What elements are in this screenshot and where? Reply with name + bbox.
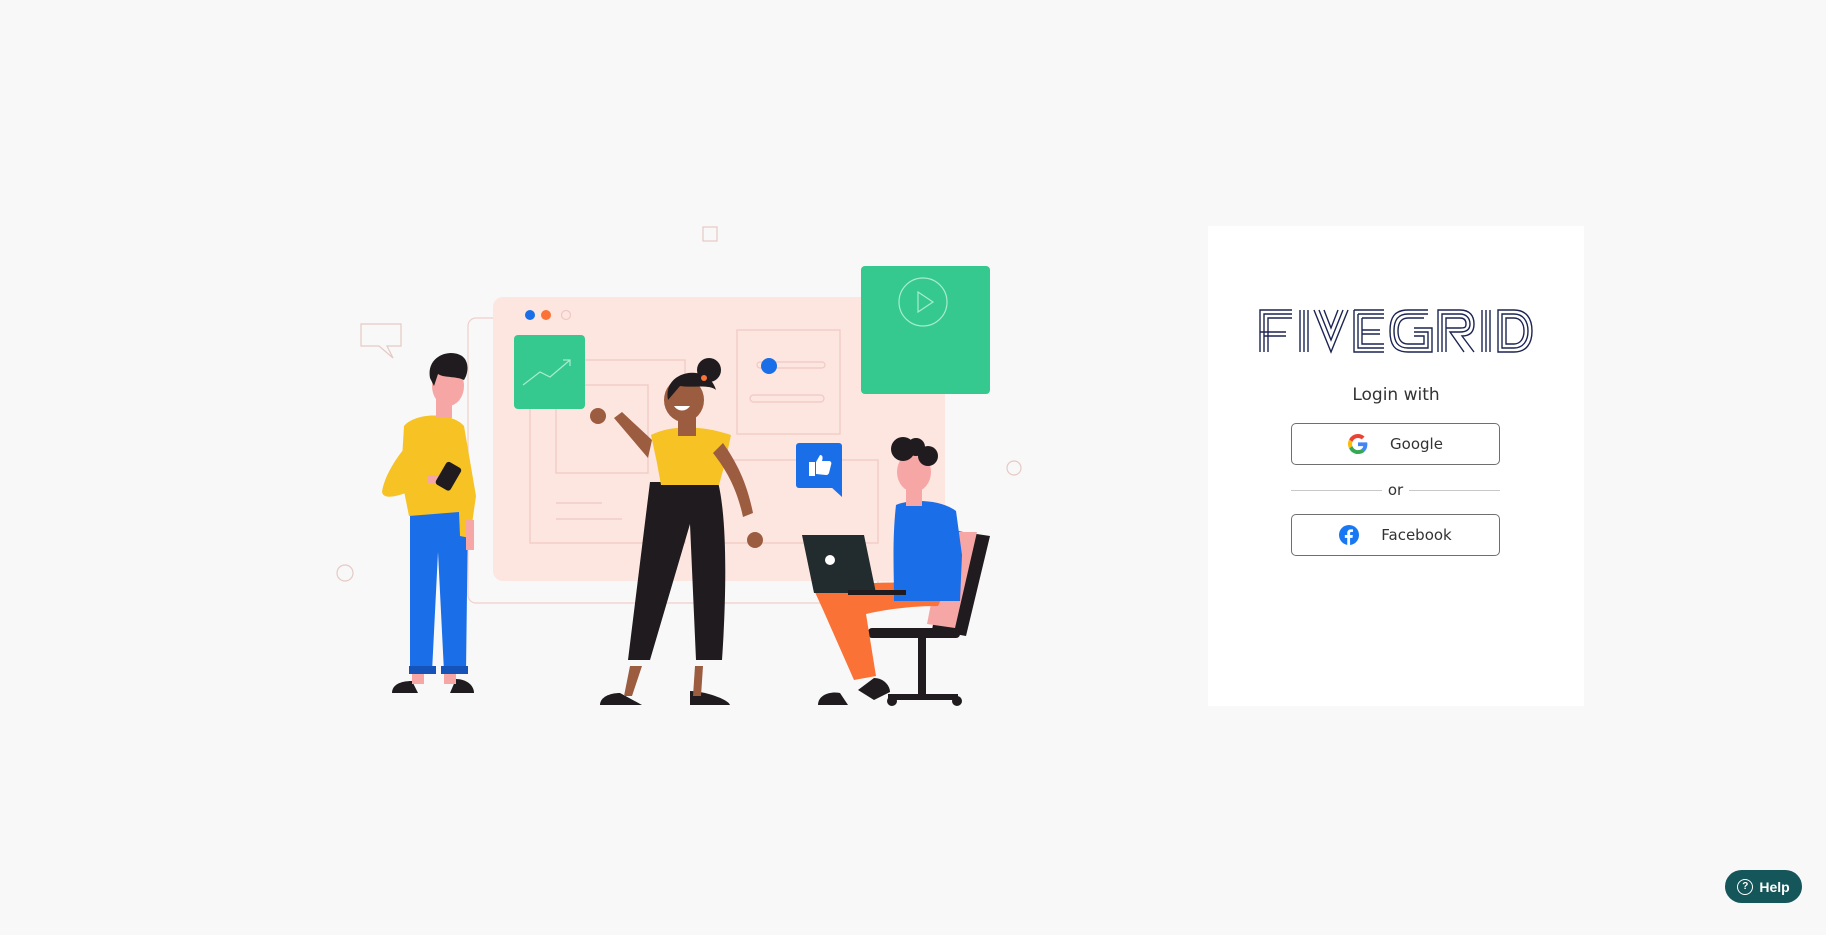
google-icon — [1348, 434, 1368, 454]
help-button-label: Help — [1759, 878, 1790, 895]
five-grid-logo — [1259, 309, 1533, 354]
facebook-login-button[interactable]: Facebook — [1291, 514, 1500, 556]
google-button-label: Google — [1390, 435, 1443, 453]
login-title: Login with — [1352, 385, 1440, 405]
facebook-icon — [1339, 525, 1360, 545]
team-illustration — [336, 226, 1022, 706]
question-circle-icon: ? — [1737, 878, 1754, 895]
help-button[interactable]: ? Help — [1725, 870, 1802, 903]
google-login-button[interactable]: Google — [1291, 423, 1500, 465]
divider-text: or — [1387, 481, 1404, 499]
login-card: Login with Google or Facebook — [1208, 226, 1584, 706]
or-divider: or — [1291, 481, 1501, 499]
facebook-button-label: Facebook — [1381, 526, 1452, 544]
